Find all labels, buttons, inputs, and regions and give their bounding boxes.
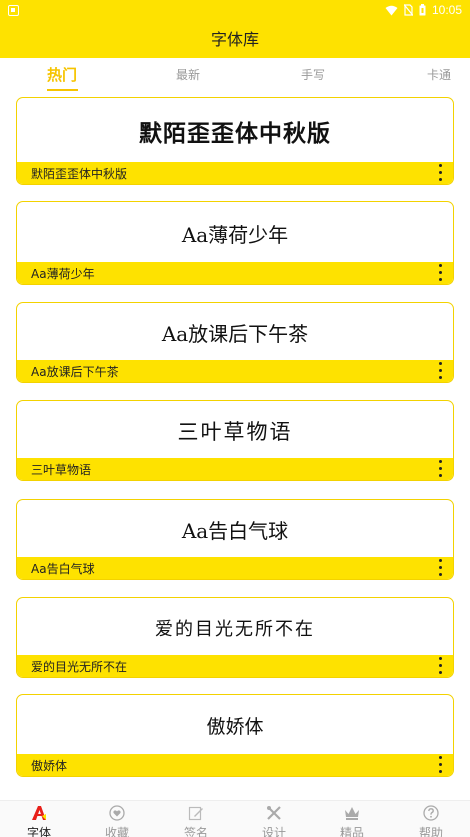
nav-label: 收藏 <box>104 826 129 837</box>
more-options-icon[interactable] <box>437 362 443 379</box>
nav-favorites[interactable]: 收藏 <box>87 803 147 837</box>
edit-icon <box>186 803 206 823</box>
more-options-icon[interactable] <box>437 756 443 773</box>
font-card[interactable]: 傲娇体 傲娇体 <box>16 694 454 777</box>
bottom-navigation: 字体 收藏 签名 设计 精品 帮助 <box>0 800 470 837</box>
nav-label: 设计 <box>261 826 286 837</box>
notification-icon <box>8 4 19 16</box>
nav-design[interactable]: 设计 <box>244 803 304 837</box>
font-card-bar: 默陌歪歪体中秋版 <box>17 162 453 184</box>
font-card[interactable]: Aa放课后下午茶 Aa放课后下午茶 <box>16 302 454 383</box>
more-options-icon[interactable] <box>437 559 443 576</box>
status-bar: 10:05 <box>0 0 470 20</box>
heart-icon <box>107 803 127 823</box>
crown-icon <box>342 803 362 823</box>
tools-icon <box>264 803 284 823</box>
font-preview: 爱的目光无所不在 <box>155 618 315 640</box>
tab-newest[interactable]: 最新 <box>176 66 200 83</box>
font-preview: 傲娇体 <box>206 716 264 738</box>
font-card[interactable]: 三叶草物语 三叶草物语 <box>16 400 454 481</box>
font-card-bar: Aa告白气球 <box>17 557 453 579</box>
more-options-icon[interactable] <box>437 164 443 181</box>
no-sim-icon <box>403 4 413 16</box>
tab-cartoon[interactable]: 卡通 <box>427 66 451 83</box>
active-tab-indicator <box>47 89 78 91</box>
font-card-bar: 爱的目光无所不在 <box>17 655 453 677</box>
font-card[interactable]: Aa薄荷少年 Aa薄荷少年 <box>16 201 454 285</box>
font-preview: Aa告白气球 <box>181 519 289 543</box>
font-preview: Aa薄荷少年 <box>181 222 289 247</box>
font-card-bar: 三叶草物语 <box>17 458 453 480</box>
nav-label: 签名 <box>183 826 208 837</box>
nav-label: 字体 <box>26 826 51 837</box>
font-name: Aa放课后下午茶 <box>31 364 119 379</box>
font-preview: 默陌歪歪体中秋版 <box>139 120 331 147</box>
app-header: 10:05 字体库 <box>0 0 470 58</box>
font-name: Aa薄荷少年 <box>31 266 95 281</box>
font-preview: 三叶草物语 <box>177 419 293 444</box>
font-name: 默陌歪歪体中秋版 <box>31 166 128 181</box>
font-card[interactable]: 爱的目光无所不在 爱的目光无所不在 <box>16 597 454 678</box>
font-name: 傲娇体 <box>31 758 68 773</box>
page-title: 字体库 <box>210 30 259 49</box>
font-name: 爱的目光无所不在 <box>31 659 128 674</box>
font-preview: Aa放课后下午茶 <box>161 322 309 346</box>
nav-font[interactable]: 字体 <box>9 803 69 837</box>
font-card-bar: Aa放课后下午茶 <box>17 360 453 382</box>
nav-premium[interactable]: 精品 <box>322 803 382 837</box>
wifi-icon <box>385 5 398 16</box>
nav-signature[interactable]: 签名 <box>166 803 226 837</box>
font-card-bar: 傲娇体 <box>17 754 453 776</box>
more-options-icon[interactable] <box>437 264 443 281</box>
nav-help[interactable]: 帮助 <box>401 803 461 837</box>
more-options-icon[interactable] <box>437 657 443 674</box>
tab-handwriting[interactable]: 手写 <box>301 66 325 83</box>
status-time: 10:05 <box>431 3 462 17</box>
font-name: 三叶草物语 <box>31 462 92 477</box>
font-a-icon <box>29 803 49 823</box>
font-name: Aa告白气球 <box>31 561 95 576</box>
nav-label: 帮助 <box>418 826 443 837</box>
help-icon <box>421 803 441 823</box>
font-card[interactable]: Aa告白气球 Aa告白气球 <box>16 499 454 580</box>
font-card-bar: Aa薄荷少年 <box>17 262 453 284</box>
tab-hot[interactable]: 热门 <box>47 64 77 85</box>
battery-icon <box>419 4 426 16</box>
more-options-icon[interactable] <box>437 460 443 477</box>
font-card[interactable]: 默陌歪歪体中秋版 默陌歪歪体中秋版 <box>16 97 454 185</box>
nav-label: 精品 <box>339 826 364 837</box>
